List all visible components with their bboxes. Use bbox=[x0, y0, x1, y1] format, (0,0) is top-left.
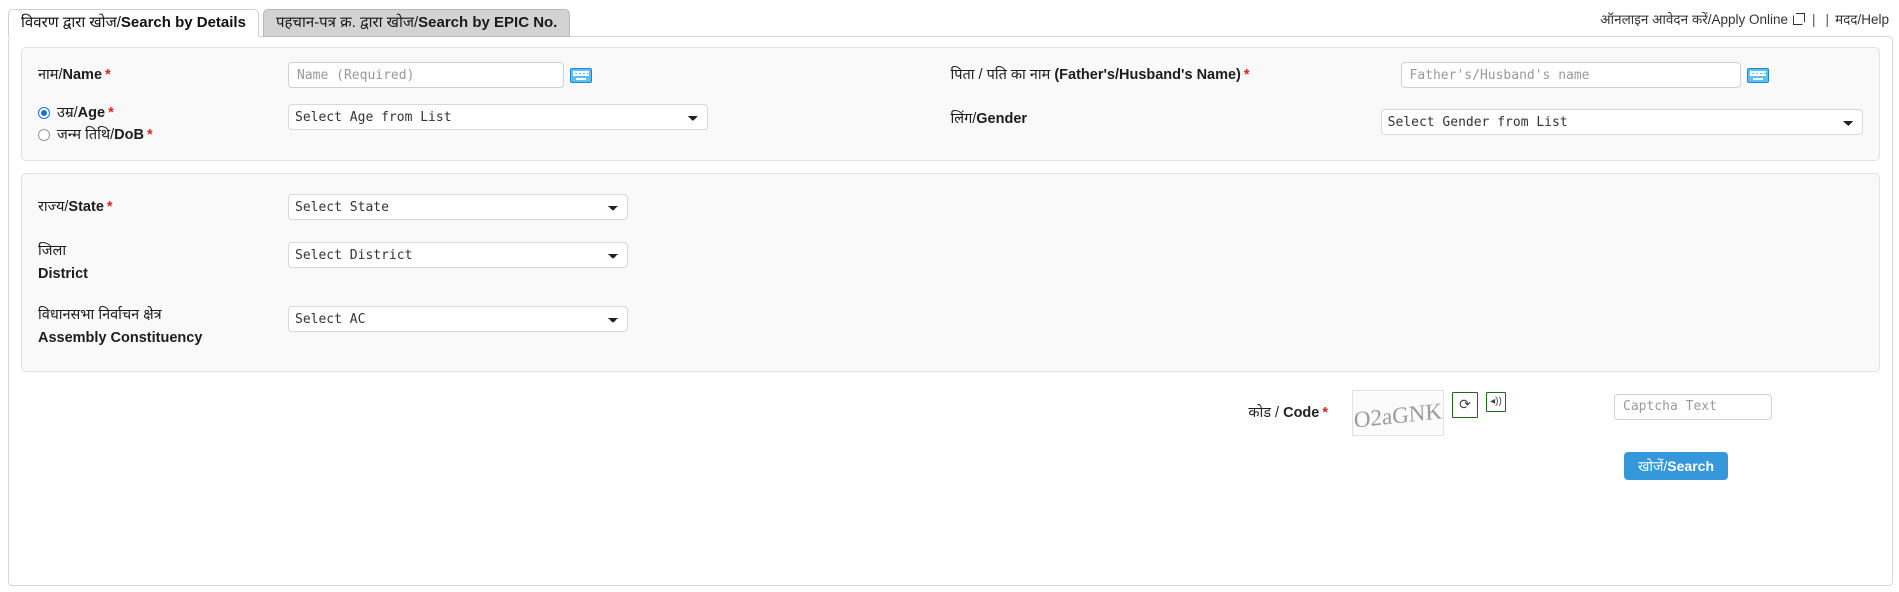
dob-radio-line[interactable]: जन्म तिथि/DoB * bbox=[38, 126, 288, 144]
father-name-label-en: (Father's/Husband's Name) bbox=[1054, 67, 1241, 83]
name-row: नाम/Name* पिता / पति का नाम (Father's/Hu… bbox=[38, 62, 1863, 88]
age-dob-radio-group: उम्र/Age * जन्म तिथि/DoB * bbox=[38, 104, 288, 144]
tab-search-by-epic-no-label-en: Search by EPIC No. bbox=[418, 14, 558, 31]
father-name-field-group: पिता / पति का नाम (Father's/Husband's Na… bbox=[951, 62, 1864, 88]
state-label: राज्य/State * bbox=[38, 194, 288, 218]
tab-search-by-details-label-hi: विवरण द्वारा खोज/ bbox=[21, 14, 121, 31]
tab-search-by-epic-no[interactable]: पहचान-पत्र क्र. द्वारा खोज/Search by EPI… bbox=[262, 9, 571, 37]
apply-online-label: ऑनलाइन आवेदन करें/Apply Online bbox=[1600, 12, 1789, 27]
apply-online-link[interactable]: ऑनलाइन आवेदन करें/Apply Online bbox=[1600, 10, 1788, 28]
age-select[interactable]: Select Age from List bbox=[288, 104, 708, 130]
age-gender-row: उम्र/Age * जन्म तिथि/DoB * Select Age from… bbox=[38, 104, 1863, 144]
name-required-mark: * bbox=[105, 67, 111, 83]
dob-radio[interactable] bbox=[38, 129, 50, 142]
assembly-constituency-label: विधानसभा निर्वाचन क्षेत्र Assembly Const… bbox=[38, 306, 288, 348]
captcha-label: कोड / Code * bbox=[1248, 390, 1328, 422]
name-field-group: नाम/Name * bbox=[38, 62, 951, 88]
name-label-en: Name bbox=[62, 67, 103, 83]
search-button[interactable]: खोजें/Search bbox=[1623, 451, 1728, 480]
district-row: जिला District Select District bbox=[38, 242, 1863, 284]
top-links: ऑनलाइन आवेदन करें/Apply Online | | मदद/H… bbox=[1600, 10, 1889, 28]
tab-search-by-details-label-en: Search by Details bbox=[120, 14, 246, 31]
top-links-separator-1: | bbox=[1812, 11, 1816, 27]
district-label-en: District bbox=[38, 265, 88, 282]
name-input[interactable] bbox=[288, 62, 564, 88]
age-radio-label: उम्र/Age * bbox=[57, 105, 114, 121]
father-name-required-mark: * bbox=[1243, 67, 1250, 83]
top-links-separator-2: | bbox=[1825, 11, 1830, 27]
assembly-constituency-label-hi: विधानसभा निर्वाचन क्षेत्र bbox=[38, 307, 162, 324]
gender-label-hi: लिंग/ bbox=[950, 111, 977, 127]
father-name-input[interactable] bbox=[1400, 62, 1741, 88]
captcha-refresh-button[interactable]: ⟳ bbox=[1452, 391, 1478, 418]
location-panel: राज्य/State * Select State जिला District … bbox=[21, 173, 1880, 372]
assembly-constituency-select[interactable]: Select AC bbox=[288, 306, 628, 333]
father-name-label: पिता / पति का नाम (Father's/Husband's Na… bbox=[951, 62, 1401, 86]
dob-radio-label: जन्म तिथि/DoB * bbox=[57, 127, 153, 144]
help-link[interactable]: मदद/Help bbox=[1835, 10, 1889, 28]
virtual-keyboard-icon-name[interactable] bbox=[570, 68, 592, 83]
search-button-label-en: Search bbox=[1667, 457, 1714, 474]
refresh-icon: ⟳ bbox=[1459, 396, 1471, 412]
captcha-audio-button[interactable]: ◂)) bbox=[1486, 391, 1506, 412]
tab-search-by-details[interactable]: विवरण द्वारा खोज/Search by Details bbox=[8, 9, 259, 37]
search-button-row: खोजें/Search bbox=[21, 451, 1880, 480]
captcha-label-en: Code bbox=[1283, 404, 1320, 421]
personal-details-panel: नाम/Name* पिता / पति का नाम (Father's/Hu… bbox=[21, 47, 1880, 162]
speaker-icon: ◂)) bbox=[1490, 396, 1502, 407]
virtual-keyboard-icon-father-name[interactable] bbox=[1746, 68, 1769, 83]
assembly-constituency-label-en: Assembly Constituency bbox=[38, 329, 203, 346]
name-label: नाम/Name * bbox=[38, 62, 288, 86]
age-radio-line[interactable]: उम्र/Age * bbox=[38, 104, 288, 122]
assembly-constituency-row: विधानसभा निर्वाचन क्षेत्र Assembly Const… bbox=[38, 306, 1863, 348]
captcha-image: O2aGNK bbox=[1352, 389, 1444, 436]
district-label: जिला District bbox=[38, 242, 288, 284]
captcha-input[interactable] bbox=[1614, 393, 1772, 420]
gender-label-en: Gender bbox=[976, 111, 1028, 127]
help-label: मदद/Help bbox=[1835, 12, 1889, 27]
tab-search-by-epic-no-label-hi: पहचान-पत्र क्र. द्वारा खोज/ bbox=[275, 14, 419, 31]
external-link-icon bbox=[1793, 12, 1806, 25]
search-form-card: नाम/Name* पिता / पति का नाम (Father's/Hu… bbox=[8, 36, 1893, 586]
search-button-label-hi: खोजें/ bbox=[1637, 457, 1668, 474]
captcha-row: कोड / Code * O2aGNK ⟳ ◂)) bbox=[21, 389, 1880, 436]
state-select[interactable]: Select State bbox=[288, 194, 628, 221]
district-label-hi: जिला bbox=[38, 243, 67, 260]
age-radio[interactable] bbox=[38, 107, 50, 120]
age-field-group: उम्र/Age * जन्म तिथि/DoB * Select Age from… bbox=[38, 104, 951, 144]
captcha-label-hi: कोड / bbox=[1248, 404, 1284, 421]
state-required-mark: * bbox=[106, 199, 113, 216]
gender-select[interactable]: Select Gender from List bbox=[1380, 109, 1863, 135]
name-label-hi: नाम/ bbox=[38, 67, 63, 83]
state-label-hi: राज्य/ bbox=[38, 199, 69, 216]
captcha-image-text: O2aGNK bbox=[1353, 397, 1443, 433]
gender-label: लिंग/Gender bbox=[951, 104, 1381, 130]
district-select[interactable]: Select District bbox=[288, 242, 628, 269]
tab-strip: विवरण द्वारा खोज/Search by Details पहचान… bbox=[0, 0, 1899, 37]
father-name-label-hi: पिता / पति का नाम bbox=[950, 67, 1055, 83]
state-label-en: State bbox=[68, 199, 104, 216]
gender-field-group: लिंग/Gender Select Gender from List bbox=[951, 104, 1863, 135]
state-row: राज्य/State * Select State bbox=[38, 194, 1863, 221]
captcha-required-mark: * bbox=[1322, 404, 1328, 421]
